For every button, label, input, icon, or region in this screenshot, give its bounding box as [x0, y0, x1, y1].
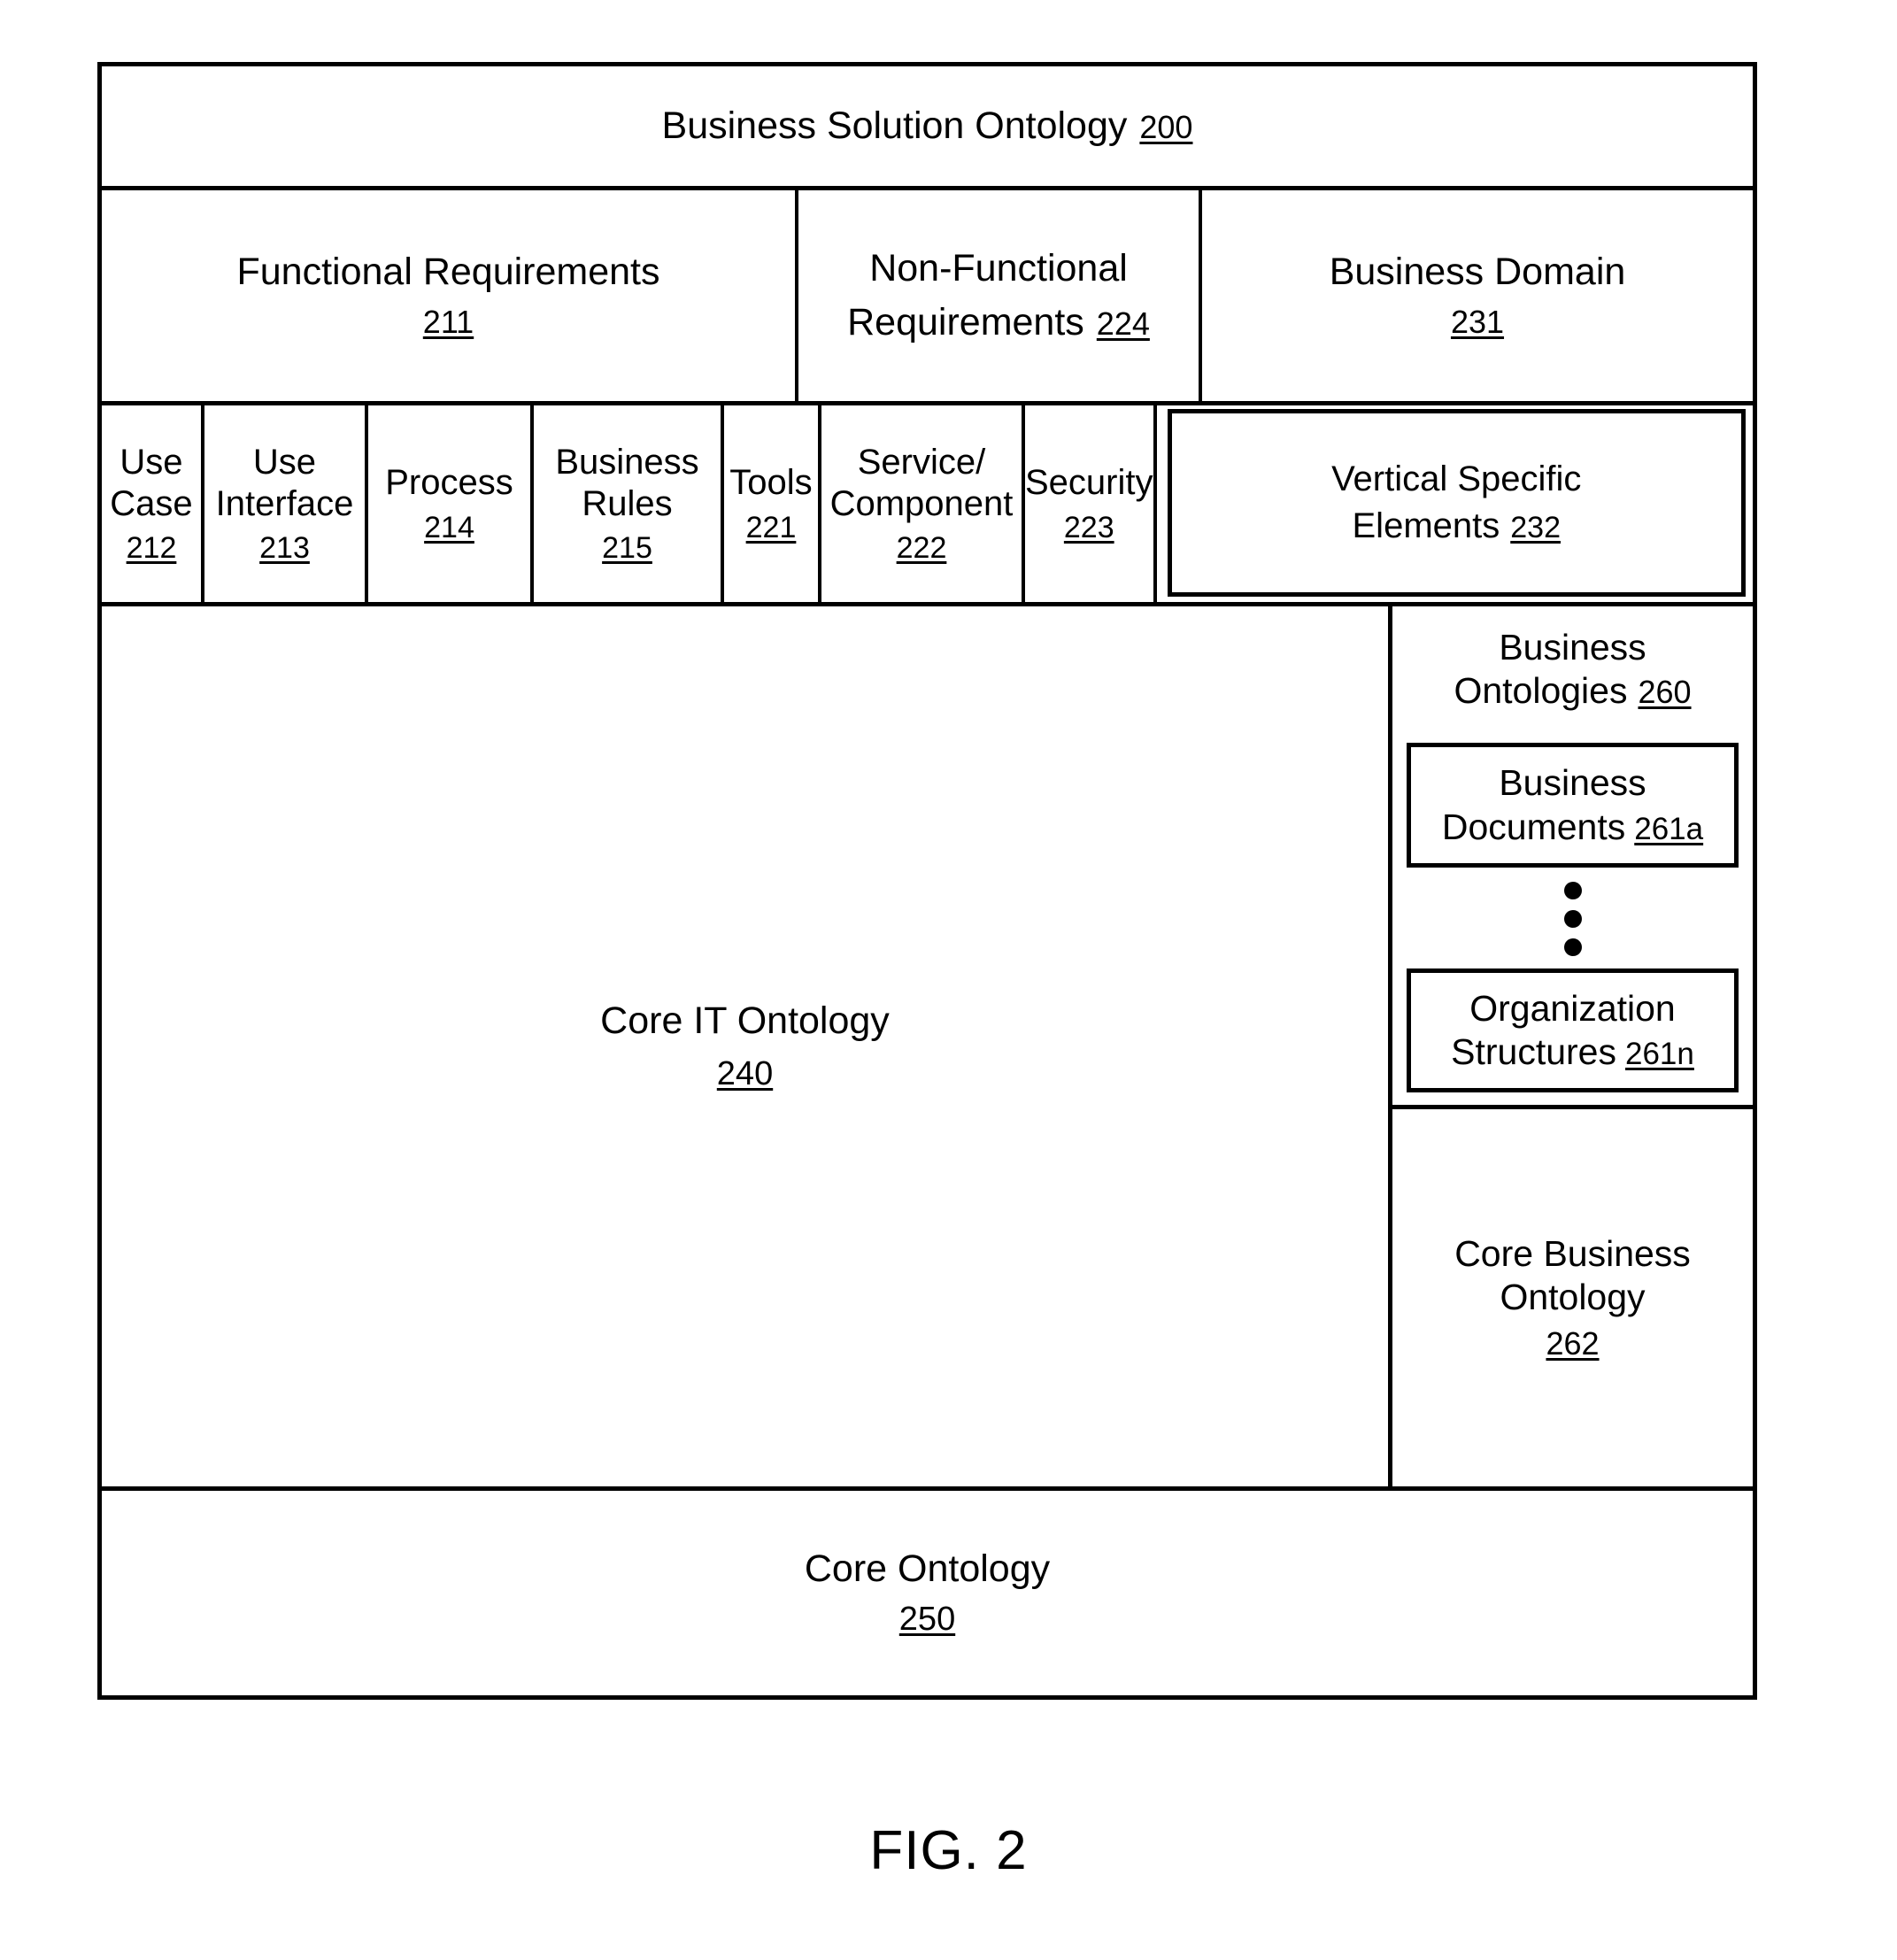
- core-it-ontology-cell: Core IT Ontology 240: [102, 606, 1392, 1486]
- use-interface-label-line2: Interface: [215, 483, 354, 523]
- use-case-cell: Use Case 212: [102, 405, 204, 602]
- diagram-title-cell: Business Solution Ontology 200: [102, 66, 1753, 190]
- core-business-ontology-cell: Core Business Ontology 262: [1392, 1109, 1753, 1486]
- ellipsis-dot-3: [1563, 938, 1582, 956]
- vertical-specific-elements-label-line2: Elements 232: [1353, 505, 1561, 547]
- business-documents-label-line2: Documents 261a: [1416, 806, 1729, 849]
- business-documents-box: Business Documents 261a: [1407, 743, 1739, 868]
- core-ontology-label: Core Ontology: [804, 1547, 1051, 1590]
- diagram-title-ref: 200: [1139, 109, 1193, 146]
- business-ontologies-cell: Business Ontologies 260 Business Document…: [1392, 606, 1753, 1110]
- non-functional-requirements-label-line1: Non-Functional: [869, 247, 1128, 290]
- use-interface-ref: 213: [259, 531, 310, 566]
- use-case-label-line2: Case: [110, 483, 193, 523]
- business-documents-label-line2-text: Documents: [1441, 806, 1626, 847]
- organization-structures-label-line2-text: Structures: [1451, 1030, 1616, 1072]
- non-functional-requirements-cell: Non-Functional Requirements 224: [798, 190, 1202, 401]
- use-case-ref: 212: [126, 531, 177, 566]
- diagram-title-label: Business Solution Ontology: [661, 104, 1128, 148]
- right-column: Business Ontologies 260 Business Document…: [1392, 606, 1753, 1486]
- process-cell: Process 214: [368, 405, 534, 602]
- non-functional-requirements-label-line2: Requirements 224: [847, 300, 1150, 345]
- business-domain-label: Business Domain: [1329, 251, 1626, 294]
- service-component-ref: 222: [896, 531, 947, 566]
- business-rules-ref: 215: [602, 531, 652, 566]
- tools-label: Tools: [729, 463, 813, 503]
- business-domain-ref: 231: [1450, 304, 1505, 341]
- business-rules-label-line1: Business: [555, 442, 699, 482]
- vertical-specific-elements-ref: 232: [1510, 511, 1561, 544]
- vertical-specific-elements-label-line1: Vertical Specific: [1331, 459, 1582, 498]
- organization-structures-box: Organization Structures 261n: [1407, 968, 1739, 1093]
- functional-requirements-label: Functional Requirements: [236, 251, 660, 294]
- service-component-label-line1: Service/: [857, 442, 986, 482]
- non-functional-requirements-ref: 224: [1096, 305, 1150, 342]
- business-ontologies-label-line1: Business: [1499, 627, 1646, 667]
- business-ontologies-title: Business Ontologies 260: [1454, 626, 1691, 713]
- core-ontology-ref: 250: [898, 1601, 956, 1639]
- functional-requirements-ref: 211: [422, 304, 474, 341]
- core-it-ontology-ref: 240: [716, 1054, 774, 1092]
- business-solution-ontology-diagram: Business Solution Ontology 200 Functional…: [97, 62, 1757, 1700]
- organization-structures-label-line2: Structures 261n: [1416, 1030, 1729, 1074]
- service-component-cell: Service/ Component 222: [821, 405, 1025, 602]
- business-documents-label-line1: Business: [1499, 762, 1646, 804]
- figure-caption: FIG. 2: [869, 1820, 1028, 1881]
- core-business-ontology-label-line1: Core Business: [1454, 1233, 1691, 1275]
- security-cell: Security 223: [1025, 405, 1157, 602]
- use-case-label-line1: Use: [120, 442, 183, 482]
- core-business-ontology-label-line2: Ontology: [1500, 1276, 1646, 1317]
- business-documents-ref: 261a: [1634, 811, 1704, 846]
- use-interface-label-line1: Use: [252, 442, 317, 482]
- business-rules-cell: Business Rules 215: [534, 405, 724, 602]
- business-ontologies-ref: 260: [1638, 674, 1692, 711]
- vertical-specific-elements-wrapper: Vertical Specific Elements 232: [1157, 405, 1754, 602]
- functional-requirements-cell: Functional Requirements 211: [102, 190, 798, 401]
- business-ontologies-label-line2-text: Ontologies: [1454, 670, 1628, 712]
- service-component-label-line2: Component: [829, 483, 1014, 523]
- ellipsis-dot-2: [1563, 909, 1582, 928]
- vertical-ellipsis-icon: [1563, 868, 1582, 968]
- security-label: Security: [1025, 463, 1153, 503]
- core-it-ontology-label: Core IT Ontology: [600, 999, 890, 1043]
- process-ref: 214: [424, 510, 474, 544]
- business-ontologies-label-line2: Ontologies 260: [1454, 669, 1691, 713]
- core-ontology-cell: Core Ontology 250: [102, 1491, 1753, 1695]
- requirement-groups-row: Functional Requirements 211 Non-Function…: [102, 190, 1753, 405]
- tools-cell: Tools 221: [724, 405, 821, 602]
- vertical-specific-elements-cell: Vertical Specific Elements 232: [1167, 409, 1746, 597]
- process-label: Process: [385, 463, 513, 503]
- non-functional-requirements-label-line2-text: Requirements: [847, 301, 1084, 343]
- vertical-specific-elements-label-line2-text: Elements: [1352, 506, 1500, 545]
- organization-structures-ref: 261n: [1624, 1036, 1694, 1071]
- use-interface-cell: Use Interface 213: [204, 405, 368, 602]
- business-domain-cell: Business Domain 231: [1202, 190, 1753, 401]
- organization-structures-label-line1: Organization: [1469, 987, 1676, 1029]
- ellipsis-dot-1: [1563, 881, 1582, 899]
- sub-elements-row: Use Case 212 Use Interface 213 Process 2…: [102, 405, 1753, 606]
- diagram-title-line: Business Solution Ontology 200: [662, 104, 1193, 149]
- business-rules-label-line2: Rules: [582, 483, 673, 523]
- core-business-ontology-ref: 262: [1546, 1325, 1600, 1362]
- security-ref: 223: [1063, 510, 1114, 544]
- core-it-and-business-ontologies-row: Core IT Ontology 240 Business Ontologies…: [102, 606, 1753, 1491]
- tools-ref: 221: [745, 510, 797, 544]
